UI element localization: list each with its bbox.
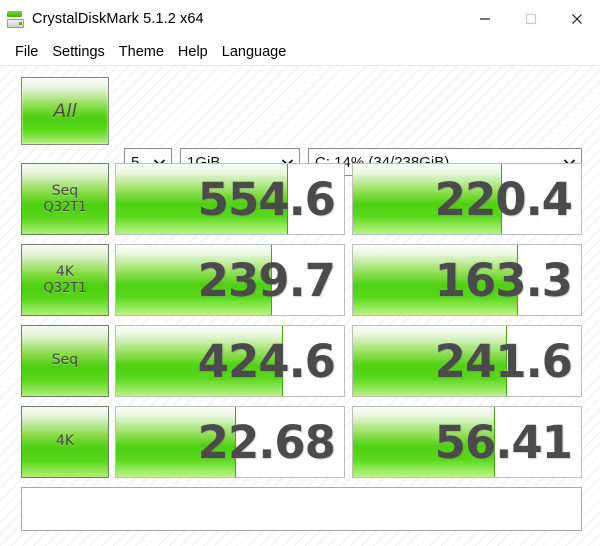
test-label-line1: 4K bbox=[55, 263, 75, 280]
window-title: CrystalDiskMark 5.1.2 x64 bbox=[32, 11, 204, 27]
results-table: Seq Q32T1 554.6 220.4 4K Q32T1 239.7 163… bbox=[0, 160, 600, 484]
read-score-4k-q32t1: 239.7 bbox=[115, 244, 345, 316]
close-button[interactable] bbox=[554, 3, 600, 35]
test-label-line2: Q32T1 bbox=[43, 280, 87, 296]
window-controls bbox=[462, 0, 600, 38]
test-label-line1: Seq bbox=[51, 352, 79, 369]
test-button-seq[interactable]: Seq bbox=[21, 325, 109, 397]
test-label-line2: Q32T1 bbox=[43, 199, 87, 215]
read-score-4k: 22.68 bbox=[115, 406, 345, 478]
menu-item-file[interactable]: File bbox=[8, 44, 45, 60]
read-score-seq-q32t1: 554.6 bbox=[115, 163, 345, 235]
run-all-button[interactable]: All bbox=[21, 77, 109, 145]
table-row: 4K Q32T1 239.7 163.3 bbox=[0, 241, 600, 322]
minimize-icon bbox=[480, 18, 490, 20]
table-row: Seq 424.6 241.6 bbox=[0, 322, 600, 403]
test-button-4k[interactable]: 4K bbox=[21, 406, 109, 478]
comment-input[interactable] bbox=[21, 487, 582, 531]
write-score-value: 163.3 bbox=[434, 253, 573, 307]
test-button-4k-q32t1[interactable]: 4K Q32T1 bbox=[21, 244, 109, 316]
read-score-value: 239.7 bbox=[197, 253, 336, 307]
table-row: Seq Q32T1 554.6 220.4 bbox=[0, 160, 600, 241]
menu-item-theme[interactable]: Theme bbox=[112, 44, 171, 60]
test-button-seq-q32t1[interactable]: Seq Q32T1 bbox=[21, 163, 109, 235]
read-score-value: 554.6 bbox=[197, 172, 336, 226]
disk-drive-icon bbox=[7, 10, 24, 28]
menu-item-language[interactable]: Language bbox=[215, 44, 294, 60]
write-score-seq: 241.6 bbox=[352, 325, 582, 397]
table-row: 4K 22.68 56.41 bbox=[0, 403, 600, 484]
write-score-value: 56.41 bbox=[434, 415, 573, 469]
run-all-label: All bbox=[53, 100, 77, 122]
test-label-line1: 4K bbox=[55, 433, 75, 450]
write-score-4k-q32t1: 163.3 bbox=[352, 244, 582, 316]
title-bar: CrystalDiskMark 5.1.2 x64 bbox=[0, 0, 600, 38]
maximize-icon bbox=[525, 13, 537, 25]
write-score-seq-q32t1: 220.4 bbox=[352, 163, 582, 235]
read-score-value: 22.68 bbox=[197, 415, 336, 469]
write-score-value: 220.4 bbox=[434, 172, 573, 226]
main-panel: All 5 1GiB C: 14% (34/238GiB) Seq Q32T1 … bbox=[0, 66, 600, 546]
write-score-4k: 56.41 bbox=[352, 406, 582, 478]
menu-item-help[interactable]: Help bbox=[171, 44, 215, 60]
test-label-line1: Seq bbox=[51, 182, 79, 199]
close-icon bbox=[572, 14, 582, 24]
read-score-value: 424.6 bbox=[197, 334, 336, 388]
menu-item-settings[interactable]: Settings bbox=[45, 44, 111, 60]
write-score-value: 241.6 bbox=[434, 334, 573, 388]
minimize-button[interactable] bbox=[462, 3, 508, 35]
read-score-seq: 424.6 bbox=[115, 325, 345, 397]
menu-bar: File Settings Theme Help Language bbox=[0, 38, 600, 66]
maximize-button[interactable] bbox=[508, 3, 554, 35]
toolbar: All 5 1GiB C: 14% (34/238GiB) bbox=[0, 66, 600, 216]
crystaldiskmark-window: CrystalDiskMark 5.1.2 x64 File Settings … bbox=[0, 0, 600, 546]
